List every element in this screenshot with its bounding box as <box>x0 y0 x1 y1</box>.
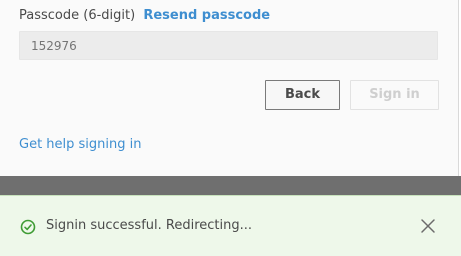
signin-screen: Passcode (6-digit) Resend passcode Back … <box>0 0 461 256</box>
signin-card: Passcode (6-digit) Resend passcode Back … <box>0 0 459 176</box>
overlay-band <box>0 176 461 195</box>
success-toast: Signin successful. Redirecting... <box>0 195 461 256</box>
close-icon[interactable] <box>420 218 436 234</box>
passcode-input[interactable] <box>19 31 438 60</box>
passcode-label: Passcode (6-digit) <box>19 8 136 23</box>
sign-in-button[interactable]: Sign in <box>350 80 439 110</box>
check-circle-icon <box>20 219 36 235</box>
back-button[interactable]: Back <box>265 80 340 110</box>
toast-message: Signin successful. Redirecting... <box>46 218 252 233</box>
get-help-link[interactable]: Get help signing in <box>19 136 142 154</box>
resend-passcode-link[interactable]: Resend passcode <box>143 8 270 23</box>
passcode-label-row: Passcode (6-digit) Resend passcode <box>19 7 270 25</box>
